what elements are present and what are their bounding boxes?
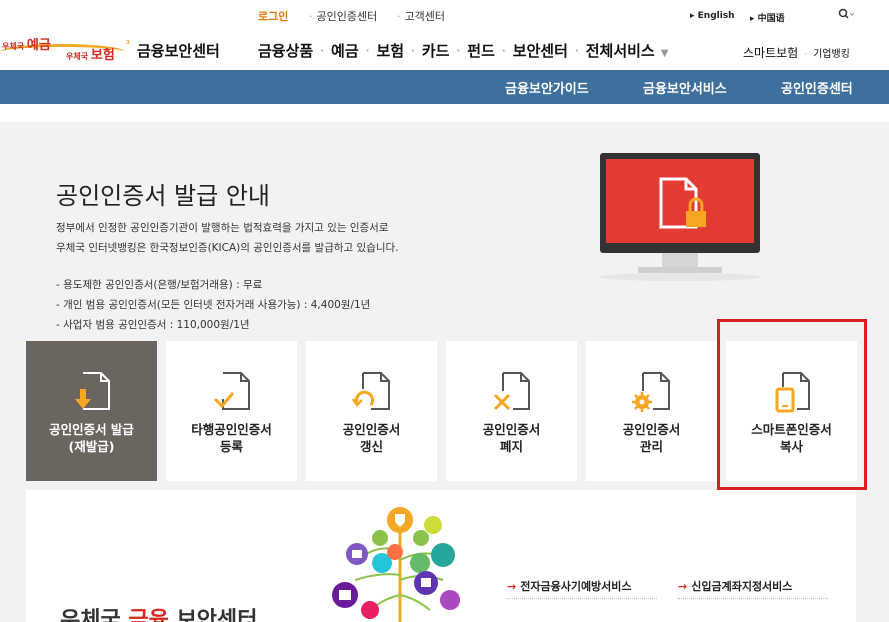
monitor-illustration — [600, 153, 760, 281]
tile-label: 공인인증서관리 — [586, 421, 717, 455]
fee-line-restricted: - 용도제한 공인인증서(은행/보험거래용) : 무료 — [56, 279, 263, 291]
lower-heading-part2: 금융 — [128, 608, 169, 622]
arrow-right-icon: → — [507, 580, 517, 593]
nav-separator: · — [365, 46, 370, 57]
main-nav: 금융상품 · 예금 · 보험 · 카드 · 펀드 · 보안센터 · 전체서비스 ▼ — [258, 40, 668, 62]
tile-label: 공인인증서갱신 — [306, 421, 437, 455]
subnav-security-guide[interactable]: 금융보안가이드 — [505, 78, 589, 97]
nav-separator: · — [456, 46, 461, 57]
tile-label: 공인인증서폐지 — [446, 421, 577, 455]
chevron-down-icon[interactable]: ▼ — [661, 48, 669, 59]
utility-bar: 로그인 · 공인인증센터 · 고객센터 ▸ English ▸ 中国语 — [0, 8, 889, 26]
search-icon — [838, 8, 855, 19]
highlight-box — [717, 319, 867, 490]
link-fraud-prevention[interactable]: → 전자금융사기예방서비스 — [507, 578, 632, 594]
fee-line-business: - 사업자 범용 공인인증서 : 110,000원/1년 — [56, 319, 250, 331]
tile-label-line1: 공인인증서 — [482, 422, 541, 437]
fee-line-personal: - 개인 범용 공인인증서(모든 인터넷 전자거래 사용가능) : 4,400원… — [56, 299, 371, 311]
download-document-icon — [75, 372, 110, 410]
renew-document-icon — [351, 372, 390, 410]
intro-desc-line1: 정부에서 인정한 공인인증기관이 발행하는 법적효력을 가지고 있는 인증서로 — [56, 222, 389, 234]
subnav-security-service[interactable]: 금융보안서비스 — [643, 78, 727, 97]
cert-center-link[interactable]: · 공인인증센터 — [305, 8, 377, 24]
monitor-display — [606, 159, 754, 243]
nav-separator: · — [574, 46, 579, 57]
nav-separator: · — [411, 46, 415, 57]
tile-cert-renew[interactable]: 공인인증서갱신 — [306, 341, 437, 481]
tile-cert-issue[interactable]: 공인인증서 발급 (재발급) — [26, 341, 157, 481]
logo-mark: ³ — [126, 40, 130, 50]
security-tree-illustration — [332, 507, 460, 622]
tile-label-line2: (재발급) — [68, 439, 115, 454]
locked-document-icon — [659, 177, 706, 229]
site-title: 금융보안센터 — [137, 42, 220, 60]
tile-label-line2: 갱신 — [359, 439, 383, 454]
arrow-right-icon: → — [678, 580, 688, 593]
delete-document-icon — [493, 372, 530, 411]
logo-deposit-prefix: 우체국 — [2, 42, 25, 51]
tile-label: 공인인증서 발급 (재발급) — [26, 421, 157, 455]
tile-label-line1: 공인인증서 — [622, 422, 681, 437]
english-link[interactable]: ▸ English — [690, 11, 735, 21]
link-account-designation-label: 신입금계좌지정서비스 — [691, 580, 793, 593]
nav-all-services[interactable]: 전체서비스 — [586, 40, 655, 61]
search-button[interactable] — [838, 8, 855, 23]
logo-deposit: 우체국 예금 — [2, 34, 51, 53]
logo[interactable]: 우체국 예금 우체국 보험 ³ 금융보안센터 — [0, 28, 230, 64]
nav-security-center[interactable]: 보안센터 — [513, 40, 568, 61]
customer-center-link[interactable]: · 고객센터 — [393, 8, 445, 24]
page-title: 공인인증서 발급 안내 — [56, 182, 270, 210]
gear-document-icon — [632, 372, 670, 412]
tile-label-line1: 공인인증서 — [342, 422, 401, 437]
nav-separator: · — [804, 50, 808, 60]
monitor-shadow — [600, 273, 760, 281]
nav-right: 스마트보험 · 기업뱅킹 — [743, 44, 850, 61]
nav-separator: · — [501, 46, 506, 57]
tile-cert-manage[interactable]: 공인인증서관리 — [586, 341, 717, 481]
tile-label-line2: 폐지 — [499, 439, 523, 454]
english-label: English — [697, 11, 735, 21]
divider — [507, 598, 657, 599]
lower-heading-part1: 우체국 — [60, 608, 121, 622]
cert-center-label: 공인인증센터 — [316, 10, 378, 23]
logo-insurance-prefix: 우체국 — [66, 52, 89, 61]
corporate-banking-link[interactable]: 기업뱅킹 — [813, 49, 850, 60]
nav-separator: · — [320, 46, 325, 57]
lower-heading-part3: 보안센터 — [176, 608, 258, 622]
intro-desc-line2: 우체국 인터넷뱅킹은 한국정보인증(KICA)의 공인인증서를 발급하고 있습니… — [56, 242, 399, 254]
check-document-icon — [213, 372, 250, 410]
nav-card[interactable]: 카드 — [422, 40, 450, 61]
lower-heading: 우체국 금융 보안센터 — [60, 602, 258, 622]
link-fraud-prevention-label: 전자금융사기예방서비스 — [520, 580, 632, 593]
nav-deposit[interactable]: 예금 — [331, 40, 359, 61]
sub-nav: 금융보안가이드 금융보안서비스 공인인증센터 — [0, 70, 889, 104]
smart-insurance-link[interactable]: 스마트보험 — [743, 46, 798, 60]
page: 로그인 · 공인인증센터 · 고객센터 ▸ English ▸ 中国语 우체국 예금… — [0, 0, 889, 622]
monitor-neck — [662, 253, 698, 267]
chinese-link[interactable]: ▸ 中国语 — [750, 11, 785, 24]
customer-center-label: 고객센터 — [404, 10, 445, 23]
logo-deposit-word: 예금 — [26, 38, 51, 53]
nav-fund[interactable]: 펀드 — [467, 40, 495, 61]
nav-insurance[interactable]: 보험 — [376, 40, 404, 61]
tile-cert-revoke[interactable]: 공인인증서폐지 — [446, 341, 577, 481]
content-top-band — [0, 104, 889, 122]
tile-label-line1: 타행공인인증서 — [191, 422, 272, 437]
tile-label-line2: 등록 — [219, 439, 243, 454]
nav-financial-products[interactable]: 금융상품 — [258, 40, 313, 61]
tile-label: 타행공인인증서등록 — [166, 421, 297, 455]
link-account-designation[interactable]: → 신입금계좌지정서비스 — [678, 578, 792, 594]
chinese-label: 中国语 — [757, 14, 785, 24]
tile-label-line1: 공인인증서 발급 — [49, 422, 134, 437]
tile-label-line2: 관리 — [639, 439, 663, 454]
login-link[interactable]: 로그인 — [258, 8, 288, 24]
subnav-cert-center[interactable]: 공인인증센터 — [781, 78, 853, 97]
tile-other-bank-register[interactable]: 타행공인인증서등록 — [166, 341, 297, 481]
logo-insurance-word: 보험 — [90, 48, 115, 63]
logo-insurance: 우체국 보험 — [66, 44, 115, 63]
divider — [678, 598, 828, 599]
